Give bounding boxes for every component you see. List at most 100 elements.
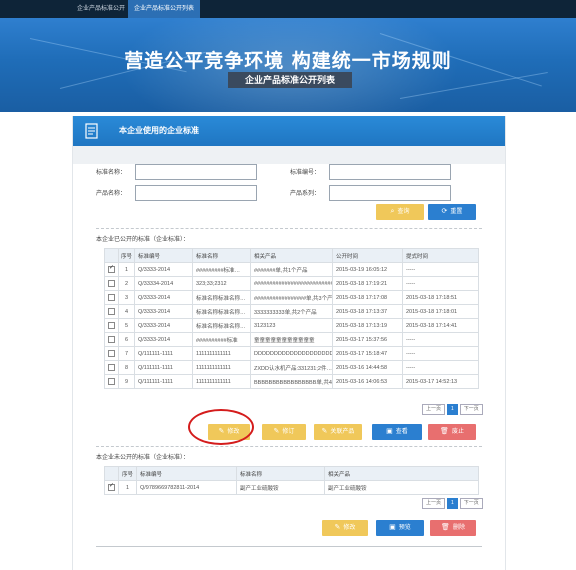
header-code: 标准编号 <box>134 248 193 263</box>
std-name-label: 标准名称： <box>96 170 127 176</box>
cell-sub: ----- <box>402 360 479 375</box>
row-checkbox[interactable] <box>108 482 115 491</box>
header-name: 标准名称 <box>192 248 251 263</box>
table-row[interactable]: 2 Q/33334-2014 323;33;2312 ################… <box>104 276 479 291</box>
cell-sub: ----- <box>402 276 479 291</box>
table-row[interactable]: 3 Q/3333-2014 标准名称标准名称… #################单,… <box>104 290 479 305</box>
next-page-button[interactable]: 下一页 <box>459 404 483 415</box>
std-no-label: 标准编号： <box>290 170 321 176</box>
next-page-button[interactable]: 下一页 <box>459 498 483 509</box>
private-pager: 上一页 1 下一页 <box>420 498 483 509</box>
row-checkbox-cell[interactable] <box>104 480 119 495</box>
header-banner: 营造公平竞争环境 构建统一市场规则 企业产品标准公开列表 <box>0 18 576 112</box>
tab-standard-public-list[interactable]: 企业产品标准公开列表 <box>128 0 200 18</box>
row-checkbox-cell[interactable] <box>104 304 119 319</box>
panel-header: 本企业使用的企业标准 <box>73 116 505 146</box>
panel-title: 本企业使用的企业标准 <box>119 126 199 135</box>
row-checkbox-cell[interactable] <box>104 290 119 305</box>
row-checkbox[interactable] <box>108 378 115 385</box>
view-button[interactable]: ▣ 查看 <box>372 424 422 440</box>
table-row[interactable]: 1Q/3333-2014#########标准…#######单,共1个产品20… <box>104 262 479 277</box>
banner-title: 营造公平竞争环境 构建统一市场规则 <box>124 50 452 72</box>
delete-button-label: 删除 <box>452 525 465 531</box>
header-publish-time: 公开时间 <box>332 248 403 263</box>
cell-product: ########################## <box>250 276 333 291</box>
cell-no: 2 <box>118 276 135 291</box>
header-check <box>104 466 119 481</box>
reset-button[interactable]: ⟳ 重置 <box>428 204 476 220</box>
cell-no: 5 <box>118 318 135 333</box>
cell-name: 标准名称标准名称… <box>192 304 251 319</box>
pencil-icon: ✎ <box>321 428 328 435</box>
product-type-input[interactable] <box>329 185 451 201</box>
row-checkbox-cell[interactable] <box>104 318 119 333</box>
table-row[interactable]: 1Q/9789669782811-2014副产工业硫酸铵副产工业硫酸铵 <box>104 480 479 495</box>
header-no: 序号 <box>118 248 135 263</box>
tab-standard-public[interactable]: 企业产品标准公开 <box>70 0 132 18</box>
product-name-input[interactable] <box>135 185 257 201</box>
header-product: 相关产品 <box>324 466 479 481</box>
cell-pub: 2015-03-16 14:06:53 <box>332 374 403 389</box>
row-checkbox[interactable] <box>108 364 115 371</box>
link-product-button-label: 关联产品 <box>330 429 355 435</box>
row-checkbox[interactable] <box>108 350 115 357</box>
cell-pub: 2015-03-17 15:37:56 <box>332 332 403 347</box>
preview-button-label: 预览 <box>398 525 411 531</box>
header-name: 标准名称 <box>236 466 325 481</box>
std-name-input[interactable] <box>135 164 257 180</box>
row-checkbox[interactable] <box>108 280 115 287</box>
row-checkbox-cell[interactable] <box>104 374 119 389</box>
cell-product: #######单,共1个产品 <box>250 262 333 277</box>
modify-button[interactable]: ✎ 修改 <box>322 520 368 536</box>
revise-button[interactable]: ✎ 修订 <box>262 424 306 440</box>
cell-sub: 2015-03-18 17:18:01 <box>402 304 479 319</box>
prev-page-button[interactable]: 上一页 <box>422 404 446 415</box>
cell-name: 323;33;2312 <box>192 276 251 291</box>
cell-name: 副产工业硫酸铵 <box>236 480 325 495</box>
abolish-button[interactable]: 🗑 废止 <box>428 424 476 440</box>
table-row[interactable]: 6 Q/3333-2014 ##########标准 童童童童童童童童童童童 2015-… <box>104 332 479 347</box>
pencil-icon: ✎ <box>334 524 341 531</box>
cell-product: 3333333333单,共2个产品 <box>250 304 333 319</box>
cell-code: Q/3333-2014 <box>134 304 193 319</box>
row-checkbox-cell[interactable] <box>104 262 119 277</box>
cell-sub: ----- <box>402 346 479 361</box>
save-icon: ▣ <box>389 524 396 531</box>
table-row[interactable]: 4 Q/3333-2014 标准名称标准名称… 3333333333单,共2个产品 20… <box>104 304 479 319</box>
table-row[interactable]: 8 Q/111111-1111 1111111111111 ZXDD认水机产品:331… <box>104 360 479 375</box>
highlight-circle <box>188 409 254 445</box>
product-name-label: 产品名称： <box>96 191 127 197</box>
table-row[interactable]: 5 Q/3333-2014 标准名称标准名称… 3123123 2015-03-18 1… <box>104 318 479 333</box>
table-row[interactable]: 7 Q/111111-1111 1111111111111 DDDDDDDDDDDDD… <box>104 346 479 361</box>
divider <box>96 546 482 547</box>
query-button[interactable]: ⌕ 查询 <box>376 204 424 220</box>
row-checkbox[interactable] <box>108 294 115 301</box>
table-header-row: 序号 标准编号 标准名称 相关产品 公开时间 提式时间 <box>104 248 479 263</box>
cell-sub: ----- <box>402 332 479 347</box>
divider <box>96 446 482 447</box>
std-no-input[interactable] <box>329 164 451 180</box>
row-checkbox[interactable] <box>108 322 115 329</box>
prev-page-button[interactable]: 上一页 <box>422 498 446 509</box>
row-checkbox[interactable] <box>108 264 115 273</box>
cell-pub: 2015-03-18 17:19:21 <box>332 276 403 291</box>
private-standards-table: 序号 标准编号 标准名称 相关产品 1Q/9789669782811-2014副… <box>104 466 479 495</box>
page-number[interactable]: 1 <box>447 498 458 509</box>
row-checkbox-cell[interactable] <box>104 360 119 375</box>
preview-button[interactable]: ▣ 预览 <box>376 520 424 536</box>
row-checkbox-cell[interactable] <box>104 332 119 347</box>
delete-button[interactable]: 🗑 删除 <box>430 520 476 536</box>
page-number[interactable]: 1 <box>447 404 458 415</box>
cell-pub: 2015-03-18 17:13:19 <box>332 318 403 333</box>
row-checkbox[interactable] <box>108 308 115 315</box>
table-row[interactable]: 9 Q/111111-1111 1111111111111 BBBBBBBBBBBBB… <box>104 374 479 389</box>
cell-name: 标准名称标准名称… <box>192 290 251 305</box>
view-button-label: 查看 <box>395 429 408 435</box>
row-checkbox-cell[interactable] <box>104 276 119 291</box>
panel-subheader <box>73 146 505 164</box>
pencil-icon: ✎ <box>273 428 280 435</box>
link-product-button[interactable]: ✎ 关联产品 <box>314 424 362 440</box>
row-checkbox[interactable] <box>108 336 115 343</box>
cell-code: Q/9789669782811-2014 <box>136 480 237 495</box>
row-checkbox-cell[interactable] <box>104 346 119 361</box>
